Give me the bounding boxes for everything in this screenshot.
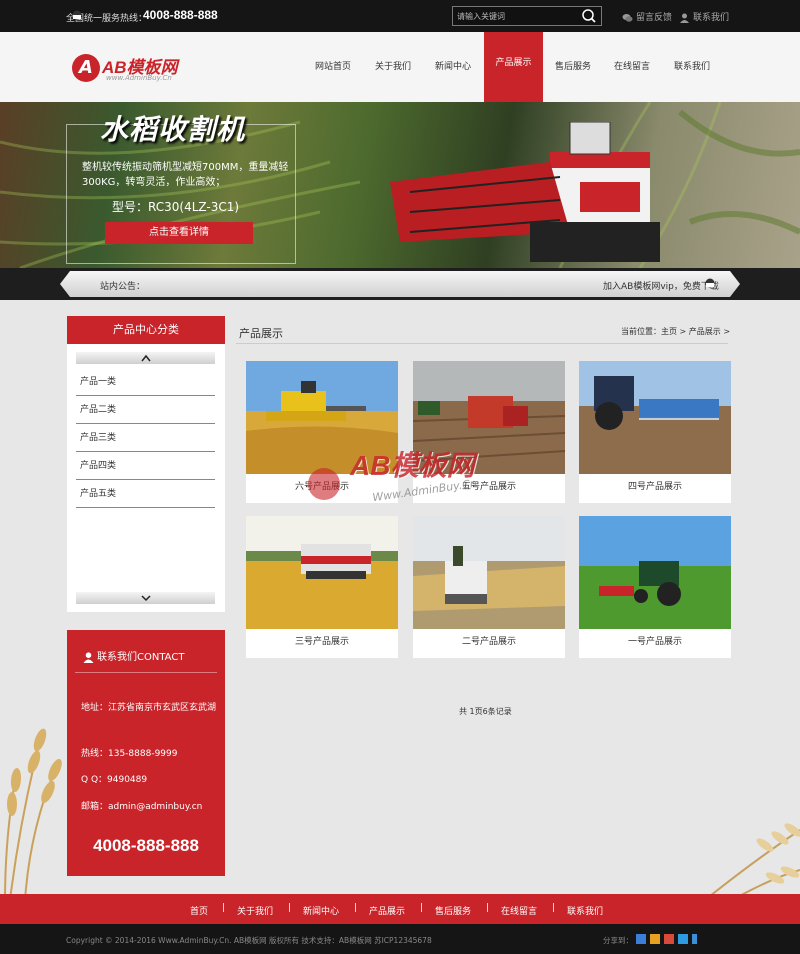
- category-panel: 产品中心分类 产品一类 产品二类 产品三类 产品四类 产品五类: [67, 316, 225, 612]
- search-icon[interactable]: [581, 9, 597, 23]
- logo-subtitle: www.AdminBuy.Cn: [106, 74, 172, 82]
- footer-nav: 首页 | 关于我们 | 新闻中心 | 产品展示 | 售后服务 | 在线留言 | …: [0, 894, 800, 924]
- product-card[interactable]: 二号产品展示: [413, 516, 565, 658]
- scroll-down-button[interactable]: [76, 592, 215, 604]
- footer-nav-message[interactable]: 在线留言: [501, 904, 537, 917]
- breadcrumb: 当前位置：主页 > 产品展示 >: [621, 327, 731, 336]
- user-icon: [83, 651, 94, 663]
- contact-email: 邮箱：admin@adminbuy.cn: [81, 802, 203, 812]
- contact-phone: 4008-888-888: [93, 836, 199, 855]
- nav-message[interactable]: 在线留言: [611, 32, 653, 102]
- feedback-link[interactable]: 留言反馈: [622, 10, 672, 23]
- nav-news[interactable]: 新闻中心: [432, 32, 474, 102]
- footer-nav-service[interactable]: 售后服务: [435, 904, 471, 917]
- product-image: [246, 516, 398, 629]
- footer: Copyright © 2014-2016 Www.AdminBuy.Cn. A…: [0, 924, 800, 954]
- chevron-up-icon: [140, 354, 151, 362]
- contact-title-text: 联系我们CONTACT: [97, 652, 185, 663]
- product-name[interactable]: 二号产品展示: [413, 634, 565, 647]
- product-image: [579, 361, 731, 474]
- nav-service[interactable]: 售后服务: [552, 32, 594, 102]
- harvester-image: [390, 122, 660, 262]
- page-title: 产品展示: [239, 327, 283, 340]
- share-more-icon[interactable]: [692, 934, 697, 944]
- nav-about[interactable]: 关于我们: [372, 32, 414, 102]
- category-item[interactable]: 产品四类: [76, 452, 215, 480]
- separator: |: [222, 903, 226, 913]
- footer-nav-products[interactable]: 产品展示: [369, 904, 405, 917]
- category-item[interactable]: 产品三类: [76, 424, 215, 452]
- product-image: [413, 516, 565, 629]
- product-name[interactable]: 三号产品展示: [246, 634, 398, 647]
- category-item[interactable]: 产品五类: [76, 480, 215, 508]
- wheat-decoration-left: [4, 728, 62, 900]
- top-bar: 全国统一服务热线： 4008-888-888 留言反馈 联系我们: [0, 0, 800, 32]
- product-name[interactable]: 四号产品展示: [579, 479, 731, 492]
- category-title: 产品中心分类: [67, 316, 225, 344]
- chat-icon: [622, 13, 633, 22]
- contact-panel: 联系我们CONTACT 地址：江苏省南京市玄武区玄武湖 热线：135-8888-…: [67, 630, 225, 876]
- banner-description: 整机较传统振动筛机型减短700MM，重量减轻300KG，转弯灵活，作业高效；: [82, 162, 289, 188]
- chevron-down-icon: [140, 595, 151, 602]
- footer-nav-news[interactable]: 新闻中心: [303, 904, 339, 917]
- hero-banner: 水稻收割机 整机较传统振动筛机型减短700MM，重量减轻300KG，转弯灵活，作…: [0, 102, 800, 268]
- separator: |: [552, 903, 556, 913]
- product-card[interactable]: 一号产品展示: [579, 516, 731, 658]
- feedback-label: 留言反馈: [636, 13, 673, 23]
- footer-nav-home[interactable]: 首页: [190, 904, 208, 917]
- contact-address: 地址：江苏省南京市玄武区玄武湖: [81, 703, 217, 713]
- separator: |: [354, 903, 358, 913]
- separator: |: [486, 903, 490, 913]
- separator: |: [288, 903, 292, 913]
- view-details-button[interactable]: 点击查看详情: [105, 222, 253, 244]
- nav-products[interactable]: 产品展示: [484, 32, 543, 108]
- share-tencent-icon[interactable]: [678, 934, 688, 944]
- separator: |: [420, 903, 424, 913]
- share-sina-icon[interactable]: [650, 934, 660, 944]
- search-input[interactable]: [457, 9, 577, 23]
- watermark-text: AB模板网: [350, 450, 475, 481]
- search-box: [452, 6, 602, 26]
- logo[interactable]: A AB模板网 www.AdminBuy.Cn: [72, 52, 184, 88]
- notice-label: 站内公告：: [100, 282, 146, 292]
- speaker-icon-right: [705, 278, 715, 288]
- contact-qq: Q Q：9490489: [81, 775, 148, 785]
- watermark: AB模板网 Www.AdminBuy.Cn: [306, 444, 506, 510]
- footer-nav-contact[interactable]: 联系我们: [567, 904, 603, 917]
- category-item[interactable]: 产品一类: [76, 368, 215, 396]
- copyright: Copyright © 2014-2016 Www.AdminBuy.Cn. A…: [66, 936, 432, 945]
- footer-nav-about[interactable]: 关于我们: [237, 904, 273, 917]
- product-name[interactable]: 一号产品展示: [579, 634, 731, 647]
- contact-label: 联系我们: [693, 13, 730, 23]
- pagination: 共 1页6条记录: [459, 707, 512, 716]
- banner-title: 水稻收割机: [100, 113, 246, 146]
- divider: [75, 672, 217, 673]
- contact-link[interactable]: 联系我们: [679, 10, 729, 23]
- logo-mark: A: [72, 54, 100, 82]
- product-card[interactable]: 四号产品展示: [579, 361, 731, 503]
- contact-hotline: 热线：135-8888-9999: [81, 749, 178, 759]
- nav-home[interactable]: 网站首页: [312, 32, 354, 102]
- nav-contact[interactable]: 联系我们: [671, 32, 713, 102]
- hotline-number: 4008-888-888: [143, 8, 218, 22]
- scroll-up-button[interactable]: [76, 352, 215, 364]
- share-qzone-icon[interactable]: [636, 934, 646, 944]
- notice-message[interactable]: 加入AB模板网vip，免费下载: [603, 279, 719, 292]
- user-icon: [680, 13, 689, 23]
- header: A AB模板网 www.AdminBuy.Cn 网站首页 关于我们 新闻中心 产…: [0, 32, 800, 108]
- banner-model: 型号：RC30(4LZ-3C1): [112, 200, 240, 214]
- product-image: [579, 516, 731, 629]
- product-card[interactable]: 三号产品展示: [246, 516, 398, 658]
- divider: [236, 343, 728, 344]
- contact-title: 联系我们CONTACT: [83, 648, 184, 663]
- category-item[interactable]: 产品二类: [76, 396, 215, 424]
- share-label: 分享到：: [603, 936, 633, 945]
- speaker-icon: [72, 10, 82, 20]
- share-weibo-icon[interactable]: [664, 934, 674, 944]
